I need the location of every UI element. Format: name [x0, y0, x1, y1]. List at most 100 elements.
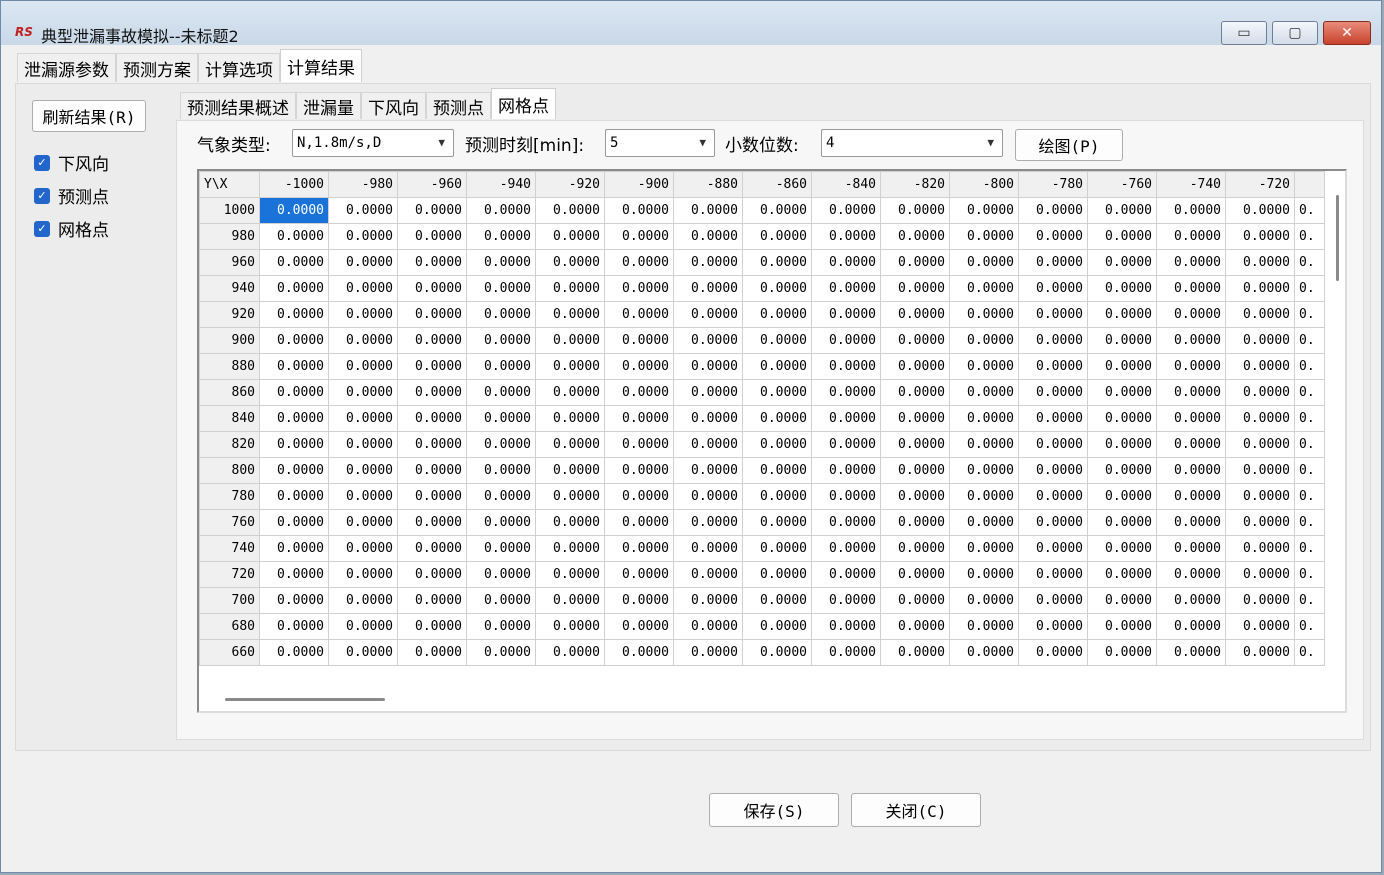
tab-leak-amount[interactable]: 泄漏量: [296, 92, 361, 119]
row-header[interactable]: 720: [199, 561, 260, 588]
grid-cell[interactable]: 0.0000: [466, 535, 536, 562]
grid-cell[interactable]: 0.0000: [466, 587, 536, 614]
chevron-down-icon[interactable]: ▼: [438, 136, 445, 149]
grid-cell[interactable]: 0.0000: [535, 613, 605, 640]
grid-cell[interactable]: 0.0000: [673, 431, 743, 458]
grid-cell[interactable]: 0.0000: [328, 535, 398, 562]
row-header[interactable]: 860: [199, 379, 260, 406]
column-header[interactable]: -760: [1087, 171, 1157, 198]
grid-cell[interactable]: 0.0000: [328, 509, 398, 536]
grid-cell[interactable]: 0.0000: [811, 431, 881, 458]
grid-cell[interactable]: 0.0000: [466, 613, 536, 640]
tab-grid-points[interactable]: 网格点: [491, 88, 556, 119]
horizontal-scrollbar[interactable]: [225, 698, 385, 701]
grid-cell[interactable]: 0.0000: [673, 405, 743, 432]
column-header[interactable]: -780: [1018, 171, 1088, 198]
grid-cell[interactable]: 0.0000: [1156, 535, 1226, 562]
grid-cell[interactable]: 0.0000: [1018, 431, 1088, 458]
table-row[interactable]: 820 0.0000 0.0000 0.0000 0.0000 0.0000 0.0000 0…: [199, 431, 1325, 458]
grid-cell[interactable]: 0.0000: [880, 301, 950, 328]
vertical-scrollbar[interactable]: [1336, 195, 1339, 281]
grid-cell[interactable]: 0.0000: [1156, 431, 1226, 458]
checkbox-checked-icon[interactable]: ✓: [34, 187, 50, 204]
grid-cell[interactable]: 0.0000: [259, 249, 329, 276]
grid-cell[interactable]: 0.0000: [811, 535, 881, 562]
grid-cell-partial[interactable]: 0.: [1294, 405, 1325, 432]
grid-cell[interactable]: 0.0000: [811, 457, 881, 484]
row-header[interactable]: 900: [199, 327, 260, 354]
grid-cell[interactable]: 0.0000: [949, 275, 1019, 302]
grid-cell[interactable]: 0.0000: [811, 249, 881, 276]
grid-cell[interactable]: 0.0000: [1087, 379, 1157, 406]
table-row[interactable]: 780 0.0000 0.0000 0.0000 0.0000 0.0000 0.0000 0…: [199, 483, 1325, 510]
grid-cell[interactable]: 0.0000: [397, 405, 467, 432]
grid-cell[interactable]: 0.0000: [466, 509, 536, 536]
grid-cell[interactable]: 0.0000: [535, 249, 605, 276]
grid-cell[interactable]: 0.0000: [742, 275, 812, 302]
grid-cell[interactable]: 0.0000: [1225, 613, 1295, 640]
table-row[interactable]: 860 0.0000 0.0000 0.0000 0.0000 0.0000 0.0000 0…: [199, 379, 1325, 406]
table-row[interactable]: 720 0.0000 0.0000 0.0000 0.0000 0.0000 0.0000 0…: [199, 561, 1325, 588]
grid-cell[interactable]: 0.0000: [1087, 405, 1157, 432]
grid-cell[interactable]: 0.0000: [1225, 509, 1295, 536]
grid-cell[interactable]: 0.0000: [949, 535, 1019, 562]
grid-cell[interactable]: 0.0000: [1018, 379, 1088, 406]
grid-cell[interactable]: 0.0000: [328, 639, 398, 666]
table-row[interactable]: 840 0.0000 0.0000 0.0000 0.0000 0.0000 0.0000 0…: [199, 405, 1325, 432]
grid-cell[interactable]: 0.0000: [742, 535, 812, 562]
grid-cell[interactable]: 0.0000: [1225, 353, 1295, 380]
grid-cell[interactable]: 0.0000: [397, 431, 467, 458]
grid-cell[interactable]: 0.0000: [397, 639, 467, 666]
grid-cell[interactable]: 0.0000: [535, 379, 605, 406]
table-row[interactable]: 900 0.0000 0.0000 0.0000 0.0000 0.0000 0.0000 0…: [199, 327, 1325, 354]
grid-cell[interactable]: 0.0000: [466, 327, 536, 354]
grid-cell[interactable]: 0.0000: [673, 509, 743, 536]
grid-cell[interactable]: 0.0000: [880, 197, 950, 224]
grid-cell[interactable]: 0.0000: [604, 327, 674, 354]
checkbox-downwind[interactable]: ✓ 下风向: [34, 150, 109, 175]
grid-cell-partial[interactable]: 0.: [1294, 301, 1325, 328]
grid-cell[interactable]: 0.0000: [880, 223, 950, 250]
grid-cell[interactable]: 0.0000: [604, 509, 674, 536]
grid-cell[interactable]: 0.0000: [1018, 587, 1088, 614]
grid-cell[interactable]: 0.0000: [328, 457, 398, 484]
grid-cell[interactable]: 0.0000: [880, 379, 950, 406]
refresh-results-button[interactable]: 刷新结果(R): [32, 100, 146, 132]
grid-cell[interactable]: 0.0000: [604, 431, 674, 458]
table-row[interactable]: 800 0.0000 0.0000 0.0000 0.0000 0.0000 0.0000 0…: [199, 457, 1325, 484]
grid-cell[interactable]: 0.0000: [1018, 197, 1088, 224]
tab-leak-source-params[interactable]: 泄漏源参数: [17, 53, 116, 82]
grid-cell[interactable]: 0.0000: [328, 197, 398, 224]
row-header[interactable]: 700: [199, 587, 260, 614]
table-row[interactable]: 700 0.0000 0.0000 0.0000 0.0000 0.0000 0.0000 0…: [199, 587, 1325, 614]
grid-cell[interactable]: 0.0000: [742, 327, 812, 354]
grid-cell[interactable]: 0.0000: [1087, 223, 1157, 250]
grid-cell[interactable]: 0.0000: [604, 197, 674, 224]
grid-cell[interactable]: 0.0000: [259, 509, 329, 536]
table-row[interactable]: 880 0.0000 0.0000 0.0000 0.0000 0.0000 0.0000 0…: [199, 353, 1325, 380]
grid-cell[interactable]: 0.0000: [1225, 405, 1295, 432]
grid-cell[interactable]: 0.0000: [259, 301, 329, 328]
row-header[interactable]: 740: [199, 535, 260, 562]
title-bar[interactable]: RS 典型泄漏事故模拟--未标题2 ▭ ▢ ✕: [1, 1, 1381, 46]
grid-cell[interactable]: 0.0000: [949, 509, 1019, 536]
grid-cell[interactable]: 0.0000: [1018, 275, 1088, 302]
grid-cell[interactable]: 0.0000: [1156, 197, 1226, 224]
grid-cell[interactable]: 0.0000: [604, 587, 674, 614]
grid-cell[interactable]: 0.0000: [1087, 457, 1157, 484]
grid-cell-partial[interactable]: 0.: [1294, 561, 1325, 588]
grid-cell[interactable]: 0.0000: [535, 535, 605, 562]
grid-cell[interactable]: 0.0000: [604, 301, 674, 328]
grid-cell[interactable]: 0.0000: [259, 405, 329, 432]
grid-cell-partial[interactable]: 0.: [1294, 509, 1325, 536]
column-header[interactable]: -720: [1225, 171, 1295, 198]
column-header[interactable]: -1000: [259, 171, 329, 198]
grid-cell[interactable]: 0.0000: [1156, 561, 1226, 588]
grid-cell[interactable]: 0.0000: [1225, 561, 1295, 588]
minimize-button[interactable]: ▭: [1221, 21, 1267, 45]
grid-cell[interactable]: 0.0000: [535, 275, 605, 302]
row-header[interactable]: 840: [199, 405, 260, 432]
maximize-button[interactable]: ▢: [1272, 21, 1318, 45]
grid-cell[interactable]: 0.0000: [742, 301, 812, 328]
column-header-partial[interactable]: [1294, 171, 1325, 198]
